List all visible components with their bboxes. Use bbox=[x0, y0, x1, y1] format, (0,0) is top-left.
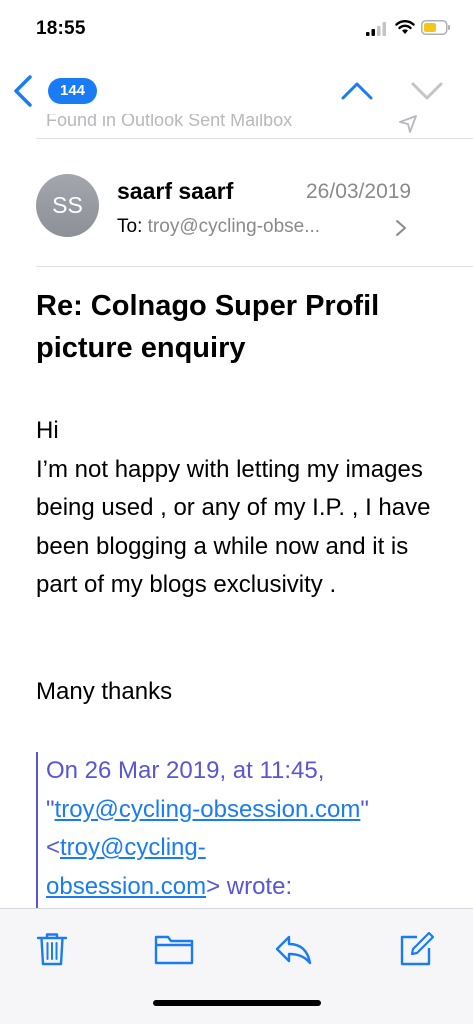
nav-bar: 144 bbox=[0, 60, 473, 120]
battery-icon bbox=[421, 20, 450, 35]
chevron-up-icon[interactable] bbox=[340, 80, 374, 102]
email-link[interactable]: troy@cycling- bbox=[60, 834, 206, 861]
location-arrow-icon bbox=[399, 115, 417, 133]
divider bbox=[36, 138, 473, 139]
unread-count-badge[interactable]: 144 bbox=[48, 78, 98, 104]
quote-bracket: < bbox=[46, 834, 61, 861]
trash-icon[interactable] bbox=[36, 931, 68, 967]
cellular-signal-icon bbox=[366, 22, 386, 36]
chevron-right-icon[interactable] bbox=[395, 219, 407, 237]
quote-mark: " bbox=[46, 795, 55, 823]
status-bar: 18:55 bbox=[0, 0, 473, 60]
email-body: Hi I’m not happy with letting my images … bbox=[36, 412, 446, 605]
body-greeting: Hi bbox=[36, 417, 59, 444]
quote-line: On 26 Mar 2019, at 11:45, bbox=[46, 757, 325, 784]
mailbox-banner-text: Found in Outlook Sent Mailbox bbox=[46, 114, 293, 130]
compose-icon[interactable] bbox=[397, 931, 435, 967]
recipient-address[interactable]: troy@cycling-obse... bbox=[148, 216, 320, 237]
body-paragraph: I’m not happy with letting my images bei… bbox=[36, 455, 431, 599]
email-subject: Re: Colnago Super Profil picture enquiry bbox=[36, 290, 380, 364]
chevron-down-icon[interactable] bbox=[410, 80, 444, 102]
quote-wrote: > wrote: bbox=[206, 872, 293, 900]
quote-mark: " bbox=[360, 795, 369, 823]
quote-line: "troy@cycling-obsession.com" bbox=[46, 791, 456, 830]
quoted-message: On 26 Mar 2019, at 11:45, "troy@cycling-… bbox=[36, 752, 456, 912]
quote-line: obsession.com> wrote: bbox=[46, 868, 456, 907]
email-link[interactable]: obsession.com bbox=[46, 873, 206, 900]
bottom-toolbar bbox=[0, 908, 473, 1024]
quote-line: <troy@cycling- bbox=[46, 829, 456, 868]
email-link[interactable]: troy@cycling-obsession.com bbox=[55, 796, 361, 823]
wifi-icon bbox=[395, 20, 415, 34]
sender-avatar[interactable]: SS bbox=[36, 174, 99, 237]
folder-icon[interactable] bbox=[154, 931, 194, 967]
message-date: 26/03/2019 bbox=[306, 180, 412, 203]
mailbox-banner: Found in Outlook Sent Mailbox bbox=[46, 114, 292, 134]
home-indicator[interactable] bbox=[153, 1000, 321, 1006]
status-time: 18:55 bbox=[36, 18, 86, 39]
reply-icon[interactable] bbox=[273, 931, 313, 967]
divider bbox=[36, 266, 473, 267]
to-label: To: bbox=[117, 216, 143, 237]
body-closing: Many thanks bbox=[36, 678, 173, 705]
back-chevron-icon[interactable] bbox=[12, 74, 34, 108]
recipient-row[interactable]: To: troy@cycling-obse... bbox=[117, 216, 320, 238]
sender-name[interactable]: saarf saarf bbox=[117, 178, 233, 205]
